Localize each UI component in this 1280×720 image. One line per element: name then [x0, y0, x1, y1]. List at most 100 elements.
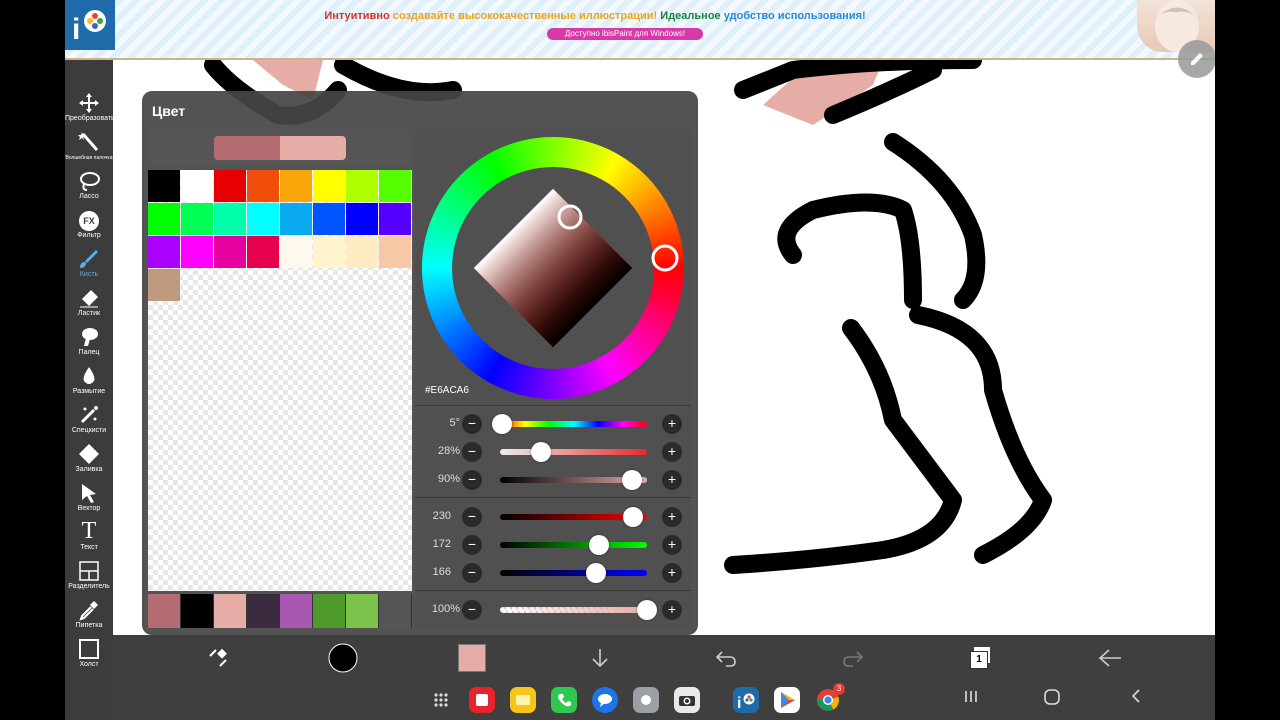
opacity-plus-button[interactable]: + — [662, 600, 682, 620]
brightness-minus-button[interactable]: − — [462, 470, 482, 490]
tool-fill[interactable]: Заливка — [65, 441, 113, 480]
hue-minus-button[interactable]: − — [462, 414, 482, 434]
color-wheel[interactable] — [420, 135, 686, 401]
brush-size-button[interactable] — [328, 643, 358, 673]
redo-button[interactable] — [838, 643, 868, 673]
history-swatch[interactable] — [181, 594, 214, 628]
phone-app-button[interactable] — [551, 687, 577, 713]
hue-knob[interactable] — [492, 414, 513, 434]
history-swatch[interactable] — [214, 594, 247, 628]
current-color-swatch[interactable] — [214, 136, 280, 160]
tool-text[interactable]: T Текст — [65, 519, 113, 558]
palette-swatch[interactable] — [148, 269, 180, 301]
back-button[interactable] — [1095, 643, 1125, 673]
tool-filter[interactable]: FX Фильтр — [65, 207, 113, 246]
camera-app-button[interactable] — [674, 687, 700, 713]
settings-app-button[interactable] — [633, 687, 659, 713]
tool-vector[interactable]: Вектор — [65, 480, 113, 519]
ad-windows-pill[interactable]: Доступно ibisPaint для Windows! — [547, 28, 703, 40]
opacity-track[interactable] — [500, 607, 647, 613]
palette-swatch[interactable] — [346, 203, 378, 235]
palette-swatch[interactable] — [181, 203, 213, 235]
green-plus-button[interactable]: + — [662, 535, 682, 555]
ibispaint-app-button[interactable]: i — [733, 687, 759, 713]
ad-banner[interactable]: i Интуитивно создавайте высококачественн… — [65, 0, 1215, 60]
back-nav-button[interactable] — [1128, 688, 1144, 709]
hue-plus-button[interactable]: + — [662, 414, 682, 434]
tool-lasso[interactable]: Лассо — [65, 168, 113, 207]
hue-track[interactable] — [500, 421, 647, 427]
tool-blur[interactable]: Размытие — [65, 363, 113, 402]
green-knob[interactable] — [589, 535, 610, 555]
app-grid-button[interactable] — [428, 687, 454, 713]
tool-canvas[interactable]: Холст — [65, 636, 113, 675]
palette-swatch[interactable] — [379, 203, 411, 235]
palette-swatch[interactable] — [214, 203, 246, 235]
palette-swatch[interactable] — [247, 203, 279, 235]
palette-swatch[interactable] — [346, 236, 378, 268]
palette-swatch[interactable] — [148, 170, 180, 202]
palette-swatch[interactable] — [214, 170, 246, 202]
hex-value[interactable]: #E6ACA6 — [425, 385, 469, 396]
messages-app-button[interactable] — [592, 687, 618, 713]
saturation-minus-button[interactable]: − — [462, 442, 482, 462]
history-swatch[interactable] — [148, 594, 181, 628]
palette-swatch[interactable] — [181, 236, 213, 268]
green-minus-button[interactable]: − — [462, 535, 482, 555]
palette-swatch[interactable] — [379, 236, 411, 268]
transform-button[interactable] — [203, 643, 233, 673]
blue-knob[interactable] — [585, 563, 606, 583]
palette-swatch[interactable] — [247, 236, 279, 268]
palette-swatch[interactable] — [346, 170, 378, 202]
chrome-app-button[interactable]: 3 — [815, 683, 845, 713]
palette-swatch[interactable] — [148, 236, 180, 268]
folder-app-button[interactable] — [510, 687, 536, 713]
palette-swatch[interactable] — [280, 203, 312, 235]
palette-swatch[interactable] — [247, 170, 279, 202]
green-track[interactable] — [500, 542, 647, 548]
opacity-minus-button[interactable]: − — [462, 600, 482, 620]
history-swatch[interactable] — [247, 594, 280, 628]
red-plus-button[interactable]: + — [662, 507, 682, 527]
palette-swatch[interactable] — [148, 203, 180, 235]
color-palette[interactable] — [148, 170, 412, 591]
palette-swatch[interactable] — [313, 203, 345, 235]
palette-swatch[interactable] — [313, 170, 345, 202]
palette-swatch[interactable] — [280, 236, 312, 268]
saturation-track[interactable] — [500, 449, 647, 455]
current-color-button[interactable] — [457, 643, 487, 673]
palette-swatch[interactable] — [280, 170, 312, 202]
previous-color-swatch[interactable] — [280, 136, 346, 160]
tool-magic-wand[interactable]: Волшебная палочка — [65, 129, 113, 168]
palette-swatch[interactable] — [214, 236, 246, 268]
opacity-knob[interactable] — [637, 600, 657, 620]
red-knob[interactable] — [622, 507, 643, 527]
blue-plus-button[interactable]: + — [662, 563, 682, 583]
tool-eraser[interactable]: Ластик — [65, 285, 113, 324]
notes-app-button[interactable] — [469, 687, 495, 713]
undo-button[interactable] — [711, 643, 741, 673]
brightness-knob[interactable] — [622, 470, 643, 490]
blue-minus-button[interactable]: − — [462, 563, 482, 583]
play-store-button[interactable] — [774, 687, 800, 713]
history-swatch[interactable] — [280, 594, 313, 628]
tool-transform[interactable]: Преобразовать — [65, 90, 113, 129]
history-swatch[interactable] — [346, 594, 379, 628]
palette-swatch[interactable] — [379, 170, 411, 202]
tool-frame-divider[interactable]: Разделитель — [65, 558, 113, 597]
saturation-plus-button[interactable]: + — [662, 442, 682, 462]
palette-swatch[interactable] — [313, 236, 345, 268]
brightness-plus-button[interactable]: + — [662, 470, 682, 490]
tool-brush[interactable]: Кисть — [65, 246, 113, 285]
download-button[interactable] — [585, 643, 615, 673]
history-swatch[interactable] — [313, 594, 346, 628]
palette-swatch[interactable] — [181, 170, 213, 202]
home-nav-button[interactable] — [1043, 688, 1061, 711]
saturation-diamond[interactable] — [473, 188, 633, 348]
tool-special-brush[interactable]: Спецкисти — [65, 402, 113, 441]
layers-button[interactable]: 1 — [966, 643, 996, 673]
recents-nav-button[interactable] — [963, 688, 979, 709]
red-minus-button[interactable]: − — [462, 507, 482, 527]
edit-pencil-button[interactable] — [1178, 40, 1215, 78]
blue-track[interactable] — [500, 570, 647, 576]
